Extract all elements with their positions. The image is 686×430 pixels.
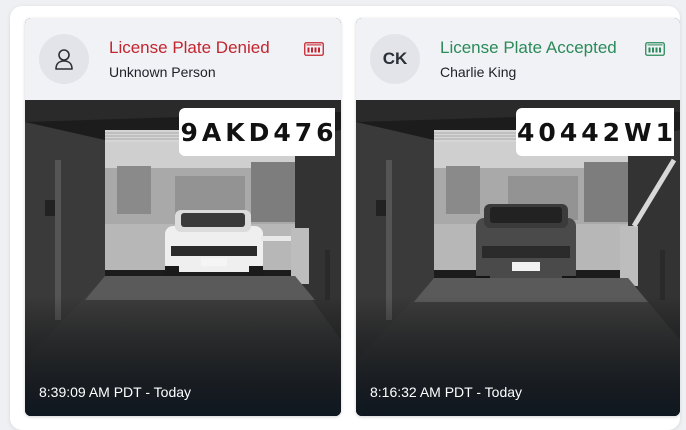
camera-snapshot[interactable]: 9AKD476 8:39:09 AM PDT - Today: [25, 100, 341, 416]
avatar: [39, 34, 89, 84]
license-plate-icon: [645, 42, 665, 56]
event-card-header: License Plate Denied Unknown Person: [25, 18, 341, 100]
avatar: CK: [370, 34, 420, 84]
events-panel: License Plate Denied Unknown Person 9AKD…: [10, 6, 680, 430]
event-card-header: CK License Plate Accepted Charlie King: [356, 18, 680, 100]
event-card-accepted[interactable]: CK License Plate Accepted Charlie King 4…: [356, 18, 680, 416]
person-name: Charlie King: [440, 64, 517, 80]
person-name: Unknown Person: [109, 64, 216, 80]
user-icon: [55, 49, 73, 70]
license-plate-icon: [304, 42, 324, 56]
event-title: License Plate Denied: [109, 38, 270, 57]
camera-snapshot[interactable]: 40442W1 8:16:32 AM PDT - Today: [356, 100, 680, 416]
plate-number-badge: 9AKD476: [179, 108, 335, 156]
avatar-initials: CK: [382, 49, 408, 68]
event-timestamp: 8:16:32 AM PDT - Today: [370, 384, 523, 400]
plate-number-badge: 40442W1: [516, 108, 674, 156]
event-title: License Plate Accepted: [440, 38, 617, 57]
event-card-denied[interactable]: License Plate Denied Unknown Person 9AKD…: [25, 18, 341, 416]
event-timestamp: 8:39:09 AM PDT - Today: [39, 384, 192, 400]
